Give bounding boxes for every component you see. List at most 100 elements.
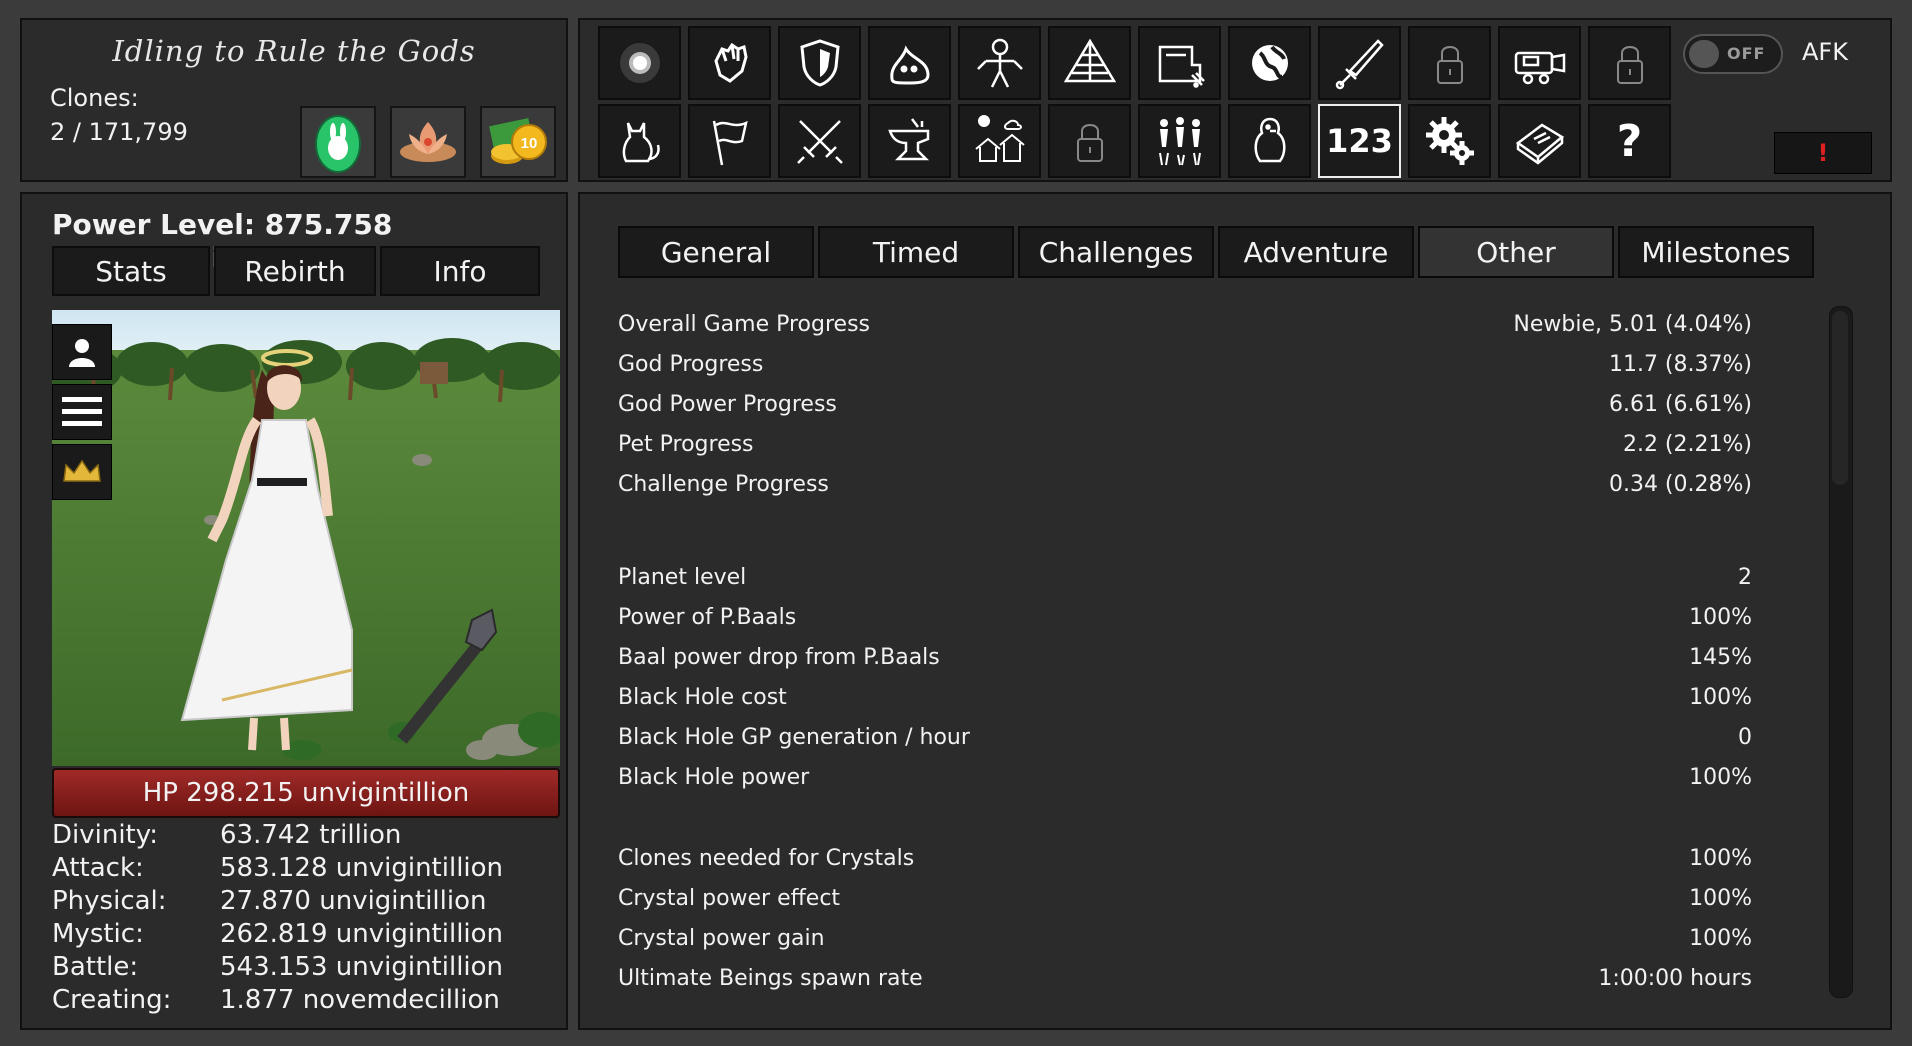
tab-adventure[interactable]: Adventure	[1218, 226, 1414, 278]
planet-button[interactable]	[1228, 26, 1311, 100]
divinity-generator-icon	[1158, 45, 1205, 88]
planet-icon	[1251, 45, 1288, 81]
locked-button-2[interactable]	[1588, 26, 1671, 100]
game-title: Idling to Rule the Gods	[112, 34, 476, 68]
anvil-icon	[887, 118, 929, 161]
stat-row-label: God Power Progress	[618, 392, 837, 417]
tab-other[interactable]: Other	[1418, 226, 1614, 278]
pyramid-icon	[1063, 38, 1116, 83]
stat-value-creating: 1.877 novemdecillion	[220, 985, 500, 1015]
lotus-shop-button[interactable]	[390, 106, 466, 178]
tab-challenges[interactable]: Challenges	[1018, 226, 1214, 278]
egg-shop-button[interactable]	[300, 106, 376, 178]
tab-milestones[interactable]: Milestones	[1618, 226, 1814, 278]
flag-button[interactable]	[688, 104, 771, 178]
lotus-icon	[400, 122, 456, 162]
afk-toggle[interactable]: OFF	[1683, 34, 1783, 74]
stat-row-label: Black Hole cost	[618, 685, 787, 710]
anvil-button[interactable]	[868, 104, 951, 178]
character-scene	[52, 310, 560, 766]
stat-row-label: Planet level	[618, 565, 747, 590]
header-panel: Idling to Rule the Gods Clones: 2 / 171,…	[20, 18, 568, 182]
pyramid-button[interactable]	[1048, 26, 1131, 100]
creation-button[interactable]	[958, 26, 1041, 100]
stat-label-divinity: Divinity:	[52, 820, 159, 850]
avatar-button[interactable]	[52, 324, 112, 380]
stat-row-value: 6.61 (6.61%)	[1608, 392, 1752, 417]
clones-value: 2 / 171,799	[50, 118, 188, 146]
stat-label-battle: Battle:	[52, 952, 139, 982]
light-orb-button[interactable]	[598, 26, 681, 100]
crown-button[interactable]	[52, 444, 112, 500]
cat-pet-icon	[622, 122, 660, 163]
stat-row-label: Overall Game Progress	[618, 312, 870, 337]
stat-label-physical: Physical:	[52, 886, 167, 916]
stat-value-physical: 27.870 unvigintillion	[220, 886, 487, 916]
clones-label: Clones:	[50, 84, 139, 112]
crossed-swords-icon	[796, 120, 843, 164]
statistics-label: 123	[1326, 122, 1393, 160]
tab-timed[interactable]: Timed	[818, 226, 1014, 278]
sword-button[interactable]	[1318, 26, 1401, 100]
slime-button[interactable]	[868, 26, 951, 100]
alert-label: !	[1817, 139, 1829, 167]
stat-row-label: Crystal power effect	[618, 886, 841, 911]
book-button[interactable]	[1498, 104, 1581, 178]
afk-label: AFK	[1802, 38, 1848, 66]
alert-button[interactable]: !	[1774, 132, 1872, 174]
stat-row-label: Baal power drop from P.Baals	[618, 645, 940, 670]
clones-button[interactable]	[1138, 104, 1221, 178]
statistics-button[interactable]: 123	[1318, 104, 1401, 178]
menu-button[interactable]	[52, 384, 112, 440]
tab-rebirth[interactable]: Rebirth	[214, 246, 376, 296]
penguin-button[interactable]	[1228, 104, 1311, 178]
settings-icon	[1425, 117, 1474, 165]
scrollbar-thumb[interactable]	[1832, 311, 1848, 485]
stats-scrollbar[interactable]	[1829, 306, 1853, 998]
stat-row-value: 0	[1738, 725, 1752, 750]
locked-icon	[1616, 46, 1643, 84]
stat-row-value: 100%	[1689, 886, 1752, 911]
egg-icon	[315, 115, 361, 173]
fist-button[interactable]	[688, 26, 771, 100]
locked-button-3[interactable]	[1048, 104, 1131, 178]
stat-row-value: 100%	[1689, 926, 1752, 951]
pets-button[interactable]	[598, 104, 681, 178]
stat-row-label: Pet Progress	[618, 432, 754, 457]
statistics-panel: General Timed Challenges Adventure Other…	[578, 192, 1892, 1030]
help-button[interactable]: ?	[1588, 104, 1671, 178]
fist-icon	[713, 42, 748, 83]
character-panel: Power Level: 875.758 unvigintillion Stat…	[20, 192, 568, 1030]
hp-bar: HP 298.215 unvigintillion	[52, 768, 560, 818]
stat-value-attack: 583.128 unvigintillion	[220, 853, 504, 883]
penguin-icon	[1254, 117, 1285, 163]
stat-value-battle: 543.153 unvigintillion	[220, 952, 504, 982]
flag-icon	[712, 120, 748, 166]
avatar-icon	[69, 339, 95, 367]
shield-icon	[799, 39, 840, 87]
settings-button[interactable]	[1408, 104, 1491, 178]
stat-row-value: 100%	[1689, 846, 1752, 871]
tab-stats[interactable]: Stats	[52, 246, 210, 296]
cannon-button[interactable]	[1498, 26, 1581, 100]
village-button[interactable]	[958, 104, 1041, 178]
help-label: ?	[1616, 115, 1643, 167]
coins-icon: 10	[489, 118, 547, 164]
stat-row-value: 100%	[1689, 765, 1752, 790]
tab-general[interactable]: General	[618, 226, 814, 278]
crossed-swords-button[interactable]	[778, 104, 861, 178]
light-orb-icon	[619, 43, 660, 83]
creation-icon	[976, 38, 1023, 88]
svg-text:10: 10	[521, 135, 538, 152]
locked-button-1[interactable]	[1408, 26, 1491, 100]
divinity-generator-button[interactable]	[1138, 26, 1221, 100]
coins-shop-button[interactable]: 10	[480, 106, 556, 178]
stat-row-label: Black Hole power	[618, 765, 810, 790]
shield-button[interactable]	[778, 26, 861, 100]
locked-icon	[1076, 124, 1103, 162]
stat-row-label: Power of P.Baals	[618, 605, 797, 630]
stat-row-value: 100%	[1689, 685, 1752, 710]
tab-info[interactable]: Info	[380, 246, 540, 296]
stat-row-value: 145%	[1689, 645, 1752, 670]
sword-icon	[1335, 39, 1384, 90]
